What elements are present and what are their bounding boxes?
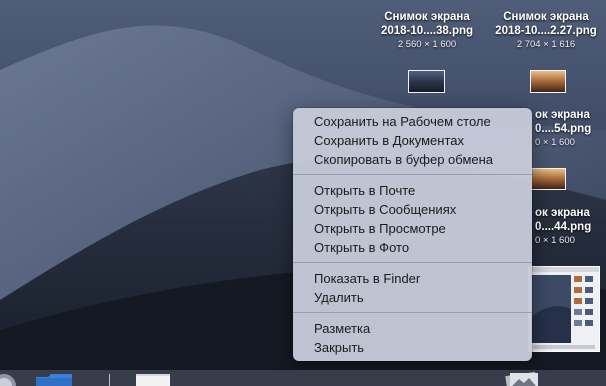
- file-name-line1: ок экрана: [535, 109, 590, 121]
- menu-item-save-to-documents[interactable]: Сохранить в Документах: [293, 131, 532, 150]
- file-name-line1: Снимок экрана: [384, 11, 470, 23]
- screenshot-preview-thumbnail[interactable]: [528, 266, 600, 352]
- file-name-line2: 2018-10....2.27.png: [495, 25, 597, 37]
- menu-item-save-to-desktop[interactable]: Сохранить на Рабочем столе: [293, 112, 532, 131]
- file-name-line1: ок экрана: [535, 207, 590, 219]
- menu-group-open: Открыть в Почте Открыть в Сообщениях Отк…: [293, 181, 532, 257]
- preview-image: [529, 267, 599, 351]
- menu-item-close[interactable]: Закрыть: [293, 338, 532, 357]
- file-name-line2: 0....44.png: [535, 221, 592, 233]
- menu-item-open-in-preview[interactable]: Открыть в Просмотре: [293, 219, 532, 238]
- menu-item-markup[interactable]: Разметка: [293, 319, 532, 338]
- file-dimensions: 2 560 × 1 600: [397, 39, 457, 50]
- menu-item-open-in-messages[interactable]: Открыть в Сообщениях: [293, 200, 532, 219]
- dock-divider: [109, 374, 110, 386]
- menu-separator: [293, 262, 532, 263]
- menu-group-save: Сохранить на Рабочем столе Сохранить в Д…: [293, 112, 532, 169]
- file-thumbnail[interactable]: [531, 168, 566, 190]
- file-name-line2: 0....54.png: [535, 123, 592, 135]
- file-label[interactable]: Снимок экрана 2018-10....38.png 2 560 × …: [365, 10, 489, 51]
- dock-document-icon[interactable]: [134, 373, 172, 386]
- file-name-line2: 2018-10....38.png: [380, 25, 474, 37]
- menu-item-delete[interactable]: Удалить: [293, 288, 532, 307]
- file-dimensions: 2 704 × 1 616: [516, 39, 576, 50]
- dock-folder-icon[interactable]: [34, 373, 74, 386]
- file-name-line1: Снимок экрана: [503, 11, 589, 23]
- file-label[interactable]: ок экрана 0....54.png 0 × 1 600: [535, 108, 605, 149]
- file-thumbnail[interactable]: [530, 70, 566, 93]
- menu-group-finder: Показать в Finder Удалить: [293, 269, 532, 307]
- file-label[interactable]: ок экрана 0....44.png 0 × 1 600: [535, 206, 605, 247]
- context-menu: Сохранить на Рабочем столе Сохранить в Д…: [293, 108, 532, 361]
- menu-item-open-in-photos[interactable]: Открыть в Фото: [293, 238, 532, 257]
- file-dimensions: 0 × 1 600: [535, 235, 575, 246]
- dock-app-icon-left[interactable]: [0, 372, 20, 386]
- menu-item-open-in-mail[interactable]: Открыть в Почте: [293, 181, 532, 200]
- menu-separator: [293, 174, 532, 175]
- dock-photos-icon[interactable]: [502, 371, 542, 386]
- menu-group-markup: Разметка Закрыть: [293, 319, 532, 357]
- menu-item-show-in-finder[interactable]: Показать в Finder: [293, 269, 532, 288]
- desktop[interactable]: Снимок экрана 2018-10....38.png 2 560 × …: [0, 0, 606, 386]
- file-dimensions: 0 × 1 600: [535, 137, 575, 148]
- menu-item-copy-to-clipboard[interactable]: Скопировать в буфер обмена: [293, 150, 532, 169]
- menu-separator: [293, 312, 532, 313]
- file-label[interactable]: Снимок экрана 2018-10....2.27.png 2 704 …: [487, 10, 605, 51]
- file-thumbnail[interactable]: [408, 70, 445, 93]
